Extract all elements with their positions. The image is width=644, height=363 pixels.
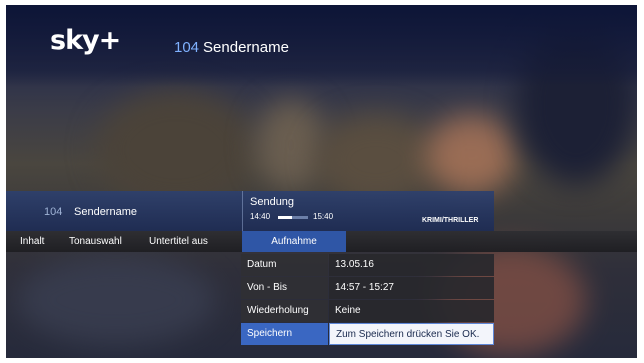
program-progress-bar bbox=[278, 216, 308, 219]
video-background-blob bbox=[16, 255, 216, 345]
tv-screen: sky+ 104 Sendername 104 Sendername Sendun… bbox=[6, 5, 637, 358]
program-end-time: 15:40 bbox=[313, 212, 334, 221]
row-label: Wiederholung bbox=[241, 300, 328, 322]
program-label: Sendung bbox=[250, 196, 295, 208]
header-channel-number: 104 bbox=[174, 39, 200, 56]
info-bar: 104 Sendername Sendung 14:40 15:40 KRIMI… bbox=[6, 191, 494, 231]
submenu-row-von-bis[interactable]: Von - Bis 14:57 - 15:27 bbox=[241, 277, 494, 299]
row-label: Speichern bbox=[241, 323, 328, 345]
tab-untertitel[interactable]: Untertitel aus bbox=[149, 231, 208, 252]
header-channel-name: Sendername bbox=[203, 39, 289, 56]
submenu-row-wiederholung[interactable]: Wiederholung Keine bbox=[241, 300, 494, 322]
video-background-blob bbox=[256, 100, 326, 190]
row-label: Von - Bis bbox=[241, 277, 328, 299]
info-bar-divider bbox=[242, 191, 243, 231]
submenu-row-datum[interactable]: Datum 13.05.16 bbox=[241, 254, 494, 276]
submenu-row-speichern[interactable]: Speichern Zum Speichern drücken Sie OK. bbox=[241, 323, 494, 345]
info-channel-number: 104 bbox=[44, 206, 63, 218]
row-value: 14:57 - 15:27 bbox=[329, 277, 494, 299]
genre-label: KRIMI/THRILLER bbox=[422, 217, 479, 224]
save-hint: Zum Speichern drücken Sie OK. bbox=[329, 323, 494, 345]
row-value: Keine bbox=[329, 300, 494, 322]
info-channel-name: Sendername bbox=[74, 206, 137, 218]
program-progress-fill bbox=[278, 216, 292, 219]
row-value: 13.05.16 bbox=[329, 254, 494, 276]
video-background-blob bbox=[426, 115, 516, 195]
tab-inhalt[interactable]: Inhalt bbox=[20, 231, 44, 252]
header-channel: 104 Sendername bbox=[174, 39, 289, 56]
tab-aufnahme[interactable]: Aufnahme bbox=[242, 231, 346, 252]
menu-bar: Inhalt Tonauswahl Untertitel aus Aufnahm… bbox=[6, 231, 637, 252]
sky-logo: sky+ bbox=[50, 25, 121, 56]
row-label: Datum bbox=[241, 254, 328, 276]
program-start-time: 14:40 bbox=[250, 212, 271, 221]
tab-tonauswahl[interactable]: Tonauswahl bbox=[69, 231, 122, 252]
